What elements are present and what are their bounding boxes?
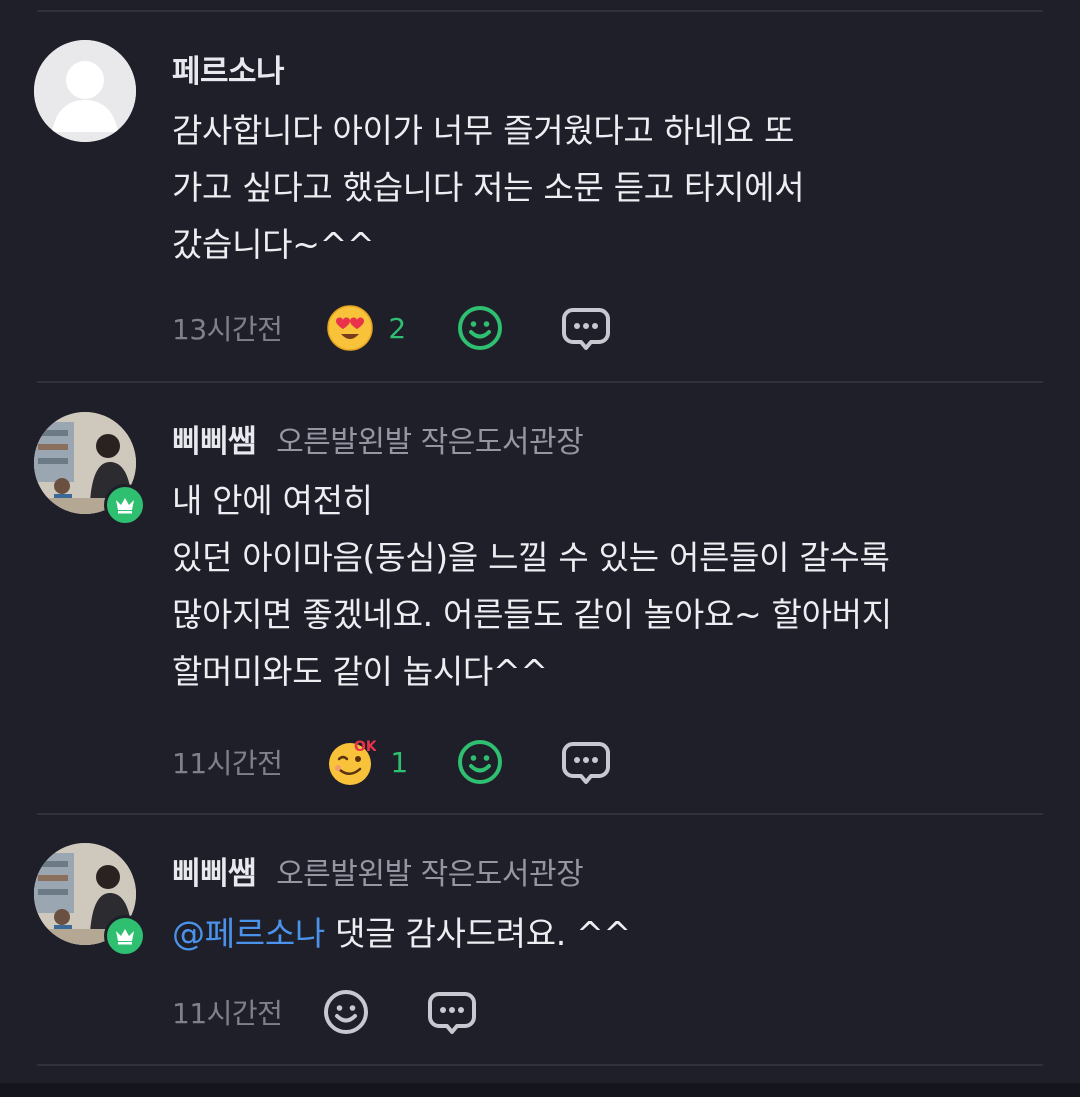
speech-bubble-icon (562, 308, 611, 350)
reply-button[interactable] (560, 736, 612, 788)
comment-list: 페르소나 감사합니다 아이가 너무 즐거웠다고 하네요 또 가고 싶다고 했습니… (0, 0, 1080, 1097)
divider (37, 381, 1043, 383)
smile-icon (324, 990, 369, 1034)
timestamp: 13시간전 (172, 313, 283, 346)
add-reaction-button[interactable] (320, 986, 372, 1038)
reaction-button[interactable]: 2 (326, 304, 406, 352)
reply-button[interactable] (426, 986, 478, 1038)
nickname[interactable]: 페르소나 (172, 46, 285, 91)
comment-text-content: 댓글 감사드려요. ^^ (324, 914, 631, 953)
comment-text: 내 안에 여전히 있던 아이마음(동심)을 느낄 수 있는 어른들이 갈수록 많… (172, 481, 892, 691)
timestamp: 11시간전 (172, 997, 283, 1030)
reply-button[interactable] (560, 302, 612, 354)
comment-text: 감사합니다 아이가 너무 즐거웠다고 하네요 또 가고 싶다고 했습니다 저는 … (172, 111, 805, 264)
speech-bubble-icon (428, 992, 477, 1034)
nickname[interactable]: 삐삐쌤 (172, 416, 257, 461)
svg-text:OK: OK (354, 739, 376, 755)
user-title: 오른발왼발 작은도서관장 (276, 425, 584, 460)
crown-badge-icon (104, 484, 146, 526)
add-reaction-button[interactable] (454, 736, 506, 788)
crown-badge-icon (104, 915, 146, 957)
smile-icon (458, 306, 503, 350)
timestamp: 11시간전 (172, 747, 283, 780)
comment-text: @페르소나 댓글 감사드려요. ^^ (172, 905, 1040, 962)
divider (37, 10, 1043, 12)
add-reaction-button[interactable] (454, 302, 506, 354)
section-separator (0, 1083, 1080, 1097)
default-user-icon (34, 40, 136, 142)
reaction-count: 2 (388, 311, 407, 345)
heart-eyes-emoji-icon (327, 305, 374, 351)
avatar[interactable] (34, 40, 136, 142)
user-title: 오른발왼발 작은도서관장 (276, 857, 584, 892)
mention-link[interactable]: @페르소나 (172, 914, 325, 953)
divider (37, 813, 1043, 815)
reaction-count: 1 (390, 745, 409, 779)
divider (37, 1064, 1043, 1066)
ok-wink-emoji-icon: OK (329, 739, 376, 785)
nickname[interactable]: 삐삐쌤 (172, 848, 257, 893)
speech-bubble-icon (562, 742, 611, 784)
smile-icon (458, 740, 503, 784)
reaction-button[interactable]: OK 1 (326, 737, 408, 787)
